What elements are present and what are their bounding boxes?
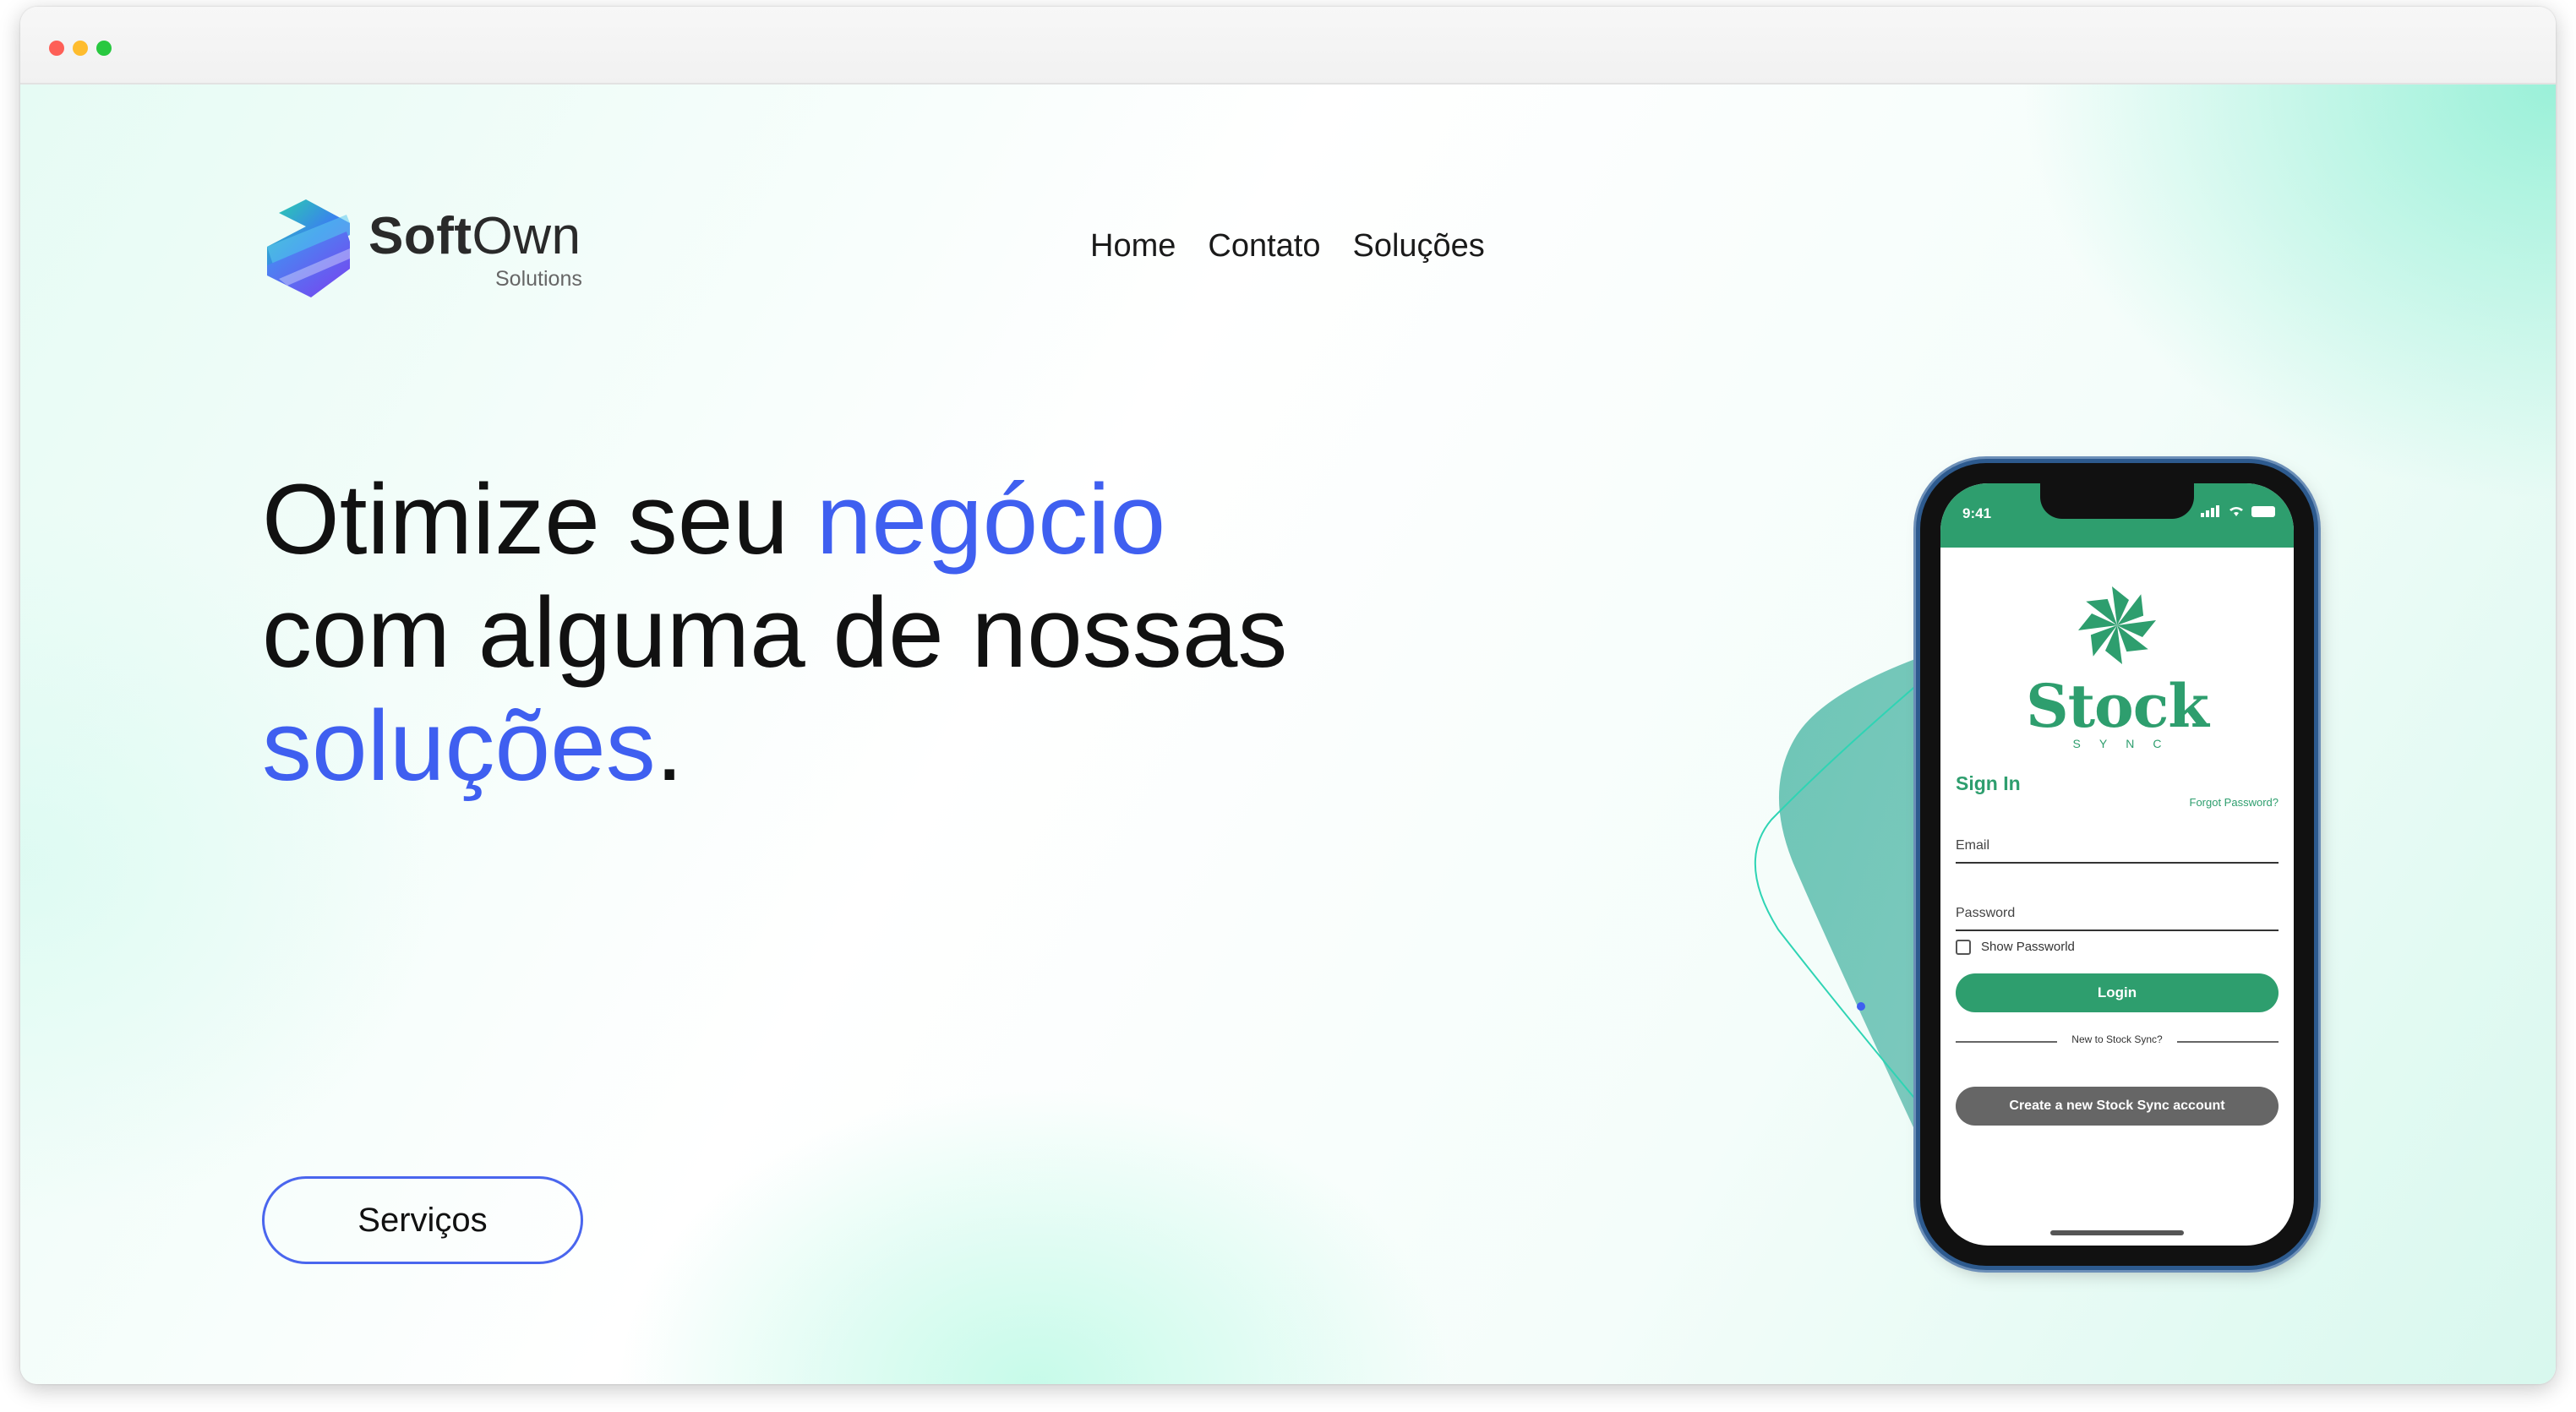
hero-headline: Otimize seu negócio com alguma de nossas… <box>262 463 1361 803</box>
wifi-icon <box>2229 507 2243 516</box>
nav-item-solucoes[interactable]: Soluções <box>1352 228 1484 264</box>
show-password-checkbox[interactable] <box>1956 940 1971 955</box>
divider-right <box>2177 1041 2279 1043</box>
password-field-underline <box>1956 930 2279 931</box>
softown-s-logo-icon <box>267 199 350 297</box>
password-field-label[interactable]: Password <box>1956 906 2015 921</box>
window-titlebar <box>20 7 2556 85</box>
brand-subtitle: Solutions <box>495 267 582 291</box>
battery-icon <box>2251 505 2275 517</box>
home-indicator <box>2050 1230 2184 1235</box>
headline-accent-solucoes: soluções <box>262 690 656 802</box>
status-icons <box>2201 505 2275 517</box>
landing-page: SoftOwn Solutions Home Contato Soluções … <box>20 85 2556 1384</box>
email-field-label[interactable]: Email <box>1956 838 1989 853</box>
brand-name: SoftOwn <box>368 207 581 265</box>
stock-pinwheel-icon <box>2078 586 2156 664</box>
phone-notch <box>2040 483 2194 519</box>
headline-accent-negocio: negócio <box>816 464 1166 575</box>
browser-window: SoftOwn Solutions Home Contato Soluções … <box>20 7 2556 1384</box>
login-button[interactable]: Login <box>1956 973 2279 1012</box>
nav-item-contato[interactable]: Contato <box>1208 228 1320 264</box>
app-name: Stock <box>2026 671 2209 741</box>
phone-mockup: 9:41 Stock SYNC Sign In Forgot Password?… <box>1920 463 2314 1266</box>
signin-title: Sign In <box>1956 772 2021 794</box>
create-account-button[interactable]: Create a new Stock Sync account <box>1956 1087 2279 1126</box>
signal-bars-icon <box>2201 505 2219 517</box>
email-field-underline <box>1956 862 2279 864</box>
close-window-button[interactable] <box>49 41 64 56</box>
phone-status-bar: 9:41 <box>1940 483 2294 548</box>
minimize-window-button[interactable] <box>73 41 88 56</box>
status-time: 9:41 <box>1962 505 1992 521</box>
headline-period: . <box>655 690 684 802</box>
nav-item-home[interactable]: Home <box>1090 228 1176 264</box>
services-button[interactable]: Serviços <box>262 1176 583 1264</box>
main-nav: Home Contato Soluções <box>1090 228 1485 264</box>
show-password-label: Show Passworld <box>1981 940 2075 954</box>
headline-text: Otimize seu <box>262 464 816 575</box>
new-user-text: New to Stock Sync? <box>2071 1033 2163 1045</box>
forgot-password-link[interactable]: Forgot Password? <box>2190 796 2279 809</box>
maximize-window-button[interactable] <box>96 41 112 56</box>
app-subtitle: SYNC <box>2072 737 2180 750</box>
headline-text-line2: com alguma de nossas <box>262 577 1288 689</box>
phone-screen: 9:41 Stock SYNC Sign In Forgot Password?… <box>1940 483 2294 1246</box>
